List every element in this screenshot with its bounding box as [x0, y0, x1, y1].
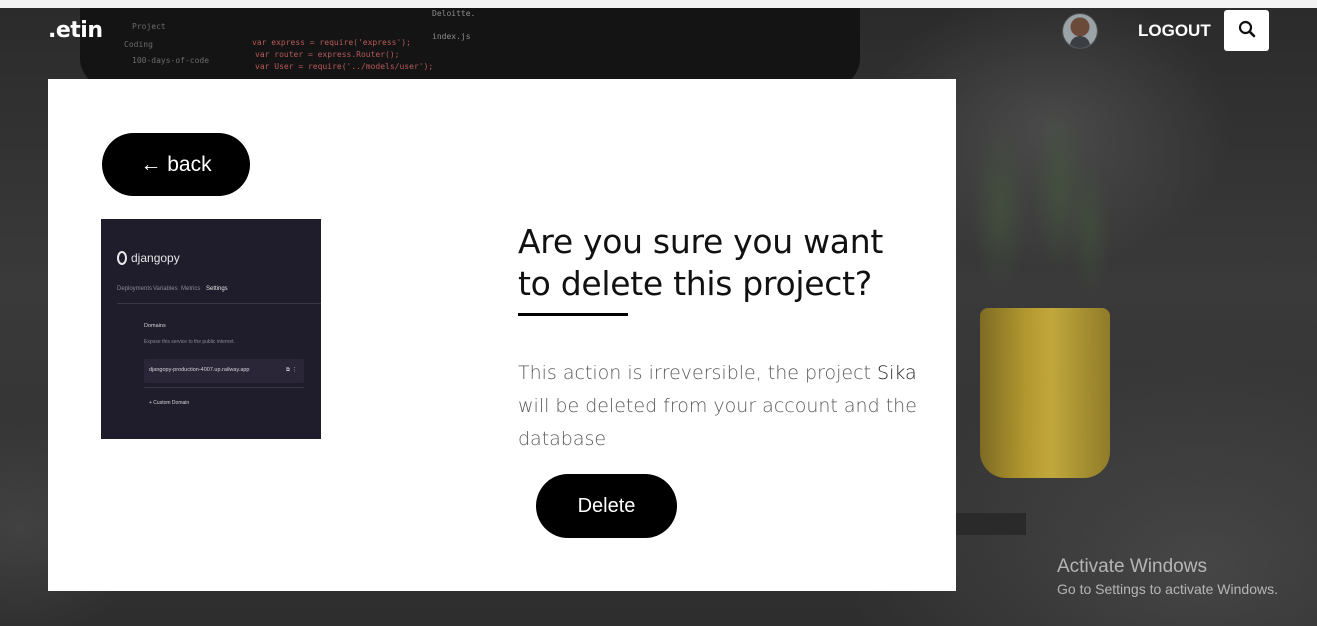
project-name: Sika	[877, 362, 917, 384]
watermark-title: Activate Windows	[1057, 556, 1207, 577]
desk-item-decoration	[956, 513, 1026, 535]
thumbnail-tab-active: Settings	[206, 286, 228, 292]
confirm-message: This action is irreversible, the project…	[518, 357, 918, 456]
thumbnail-section-title: Domains	[144, 323, 166, 329]
back-button[interactable]: ← back	[102, 133, 250, 196]
logout-button[interactable]: LOGOUT	[1132, 19, 1217, 43]
delete-button[interactable]: Delete	[536, 474, 677, 538]
thumbnail-divider	[117, 303, 321, 304]
avatar-body	[1070, 36, 1090, 48]
search-button[interactable]	[1224, 10, 1269, 51]
delete-confirm-card: ← back djangopy Deployments Variables Me…	[48, 79, 956, 591]
github-icon	[117, 251, 127, 265]
message-suffix: will be deleted from your account and th…	[518, 395, 917, 450]
thumbnail-divider	[144, 387, 304, 388]
thumbnail-project-name: djangopy	[131, 251, 180, 265]
thumbnail-tab: Metrics	[181, 286, 201, 292]
thumbnail-domain: djangopy-production-4007.up.railway.app	[149, 367, 250, 373]
project-thumbnail: djangopy Deployments Variables Metrics S…	[101, 219, 321, 439]
yellow-pot-decoration	[980, 308, 1110, 478]
thumbnail-section-desc: Expose this service to the public intern…	[144, 339, 235, 345]
watermark-subtitle: Go to Settings to activate Windows.	[1057, 581, 1278, 597]
thumbnail-custom-domain: + Custom Domain	[149, 400, 190, 406]
heading-underline	[518, 313, 628, 316]
plant-decoration	[960, 68, 1120, 348]
project-tree-item: 100-days-of-code	[132, 56, 210, 65]
confirm-heading: Are you sure you want to delete this pro…	[518, 222, 883, 303]
thumbnail-copy-icon: ⧉ ⋮	[286, 367, 298, 373]
message-prefix: This action is irreversible, the project	[518, 362, 878, 384]
code-line: var User = require('../models/user');	[255, 62, 434, 71]
navbar: .etin LOGOUT	[0, 8, 1317, 54]
thumbnail-tab: Deployments	[117, 286, 153, 292]
site-logo[interactable]: .etin	[48, 18, 103, 43]
user-avatar[interactable]	[1063, 14, 1097, 48]
thumbnail-tab: Variables	[153, 286, 178, 292]
search-icon	[1238, 20, 1256, 41]
activate-windows-watermark: Activate Windows Go to Settings to activ…	[1057, 556, 1278, 600]
top-strip	[0, 0, 1317, 8]
